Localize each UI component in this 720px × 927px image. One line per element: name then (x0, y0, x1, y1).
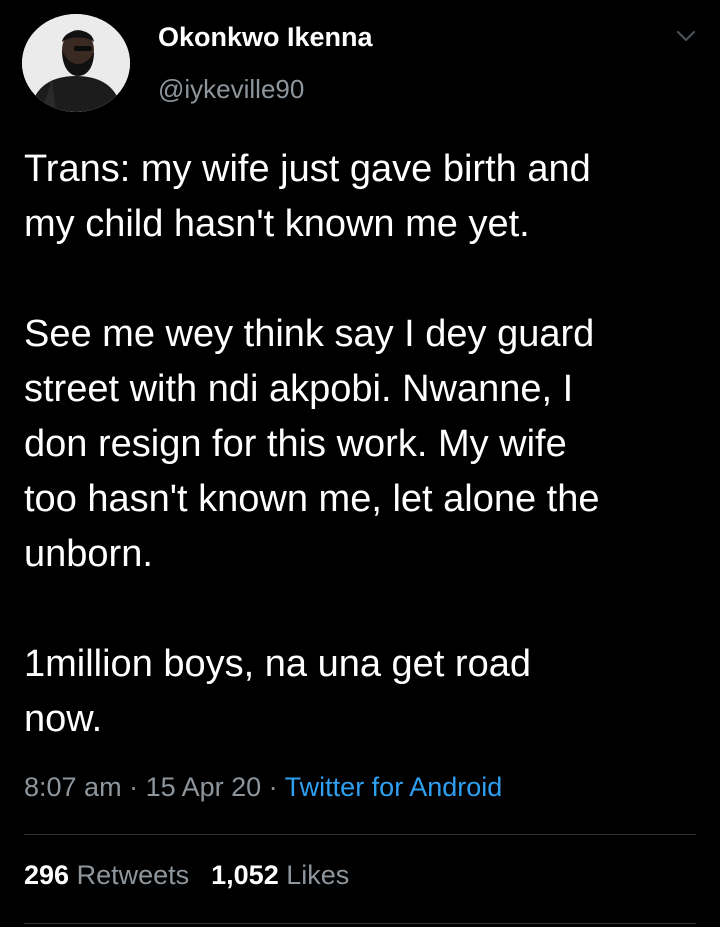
meta-separator: · (121, 772, 146, 802)
tweet-text: Trans: my wife just gave birth and my ch… (24, 148, 600, 740)
retweets-stat[interactable]: 296 Retweets (24, 860, 189, 891)
retweets-label: Retweets (76, 860, 190, 890)
likes-stat[interactable]: 1,052 Likes (211, 860, 349, 891)
likes-label: Likes (286, 860, 350, 890)
author-handle[interactable]: @iykeville90 (158, 74, 304, 105)
tweet-time[interactable]: 8:07 am (24, 772, 122, 802)
divider (24, 834, 696, 835)
chevron-down-icon[interactable] (674, 26, 698, 46)
avatar[interactable] (22, 14, 130, 112)
author-name[interactable]: Okonkwo Ikenna (158, 22, 373, 53)
divider (24, 923, 696, 924)
retweets-count: 296 (24, 860, 70, 890)
avatar-image (22, 14, 130, 112)
tweet-date[interactable]: 15 Apr 20 (146, 772, 262, 802)
tweet-stats: 296 Retweets 1,052 Likes (24, 860, 349, 891)
likes-count: 1,052 (211, 860, 279, 890)
tweet-source-link[interactable]: Twitter for Android (285, 772, 503, 802)
tweet: Okonkwo Ikenna @iykeville90 Trans: my wi… (0, 0, 720, 927)
tweet-header: Okonkwo Ikenna @iykeville90 (22, 14, 702, 118)
meta-separator: · (261, 772, 285, 802)
tweet-metadata: 8:07 am · 15 Apr 20 · Twitter for Androi… (24, 772, 502, 803)
